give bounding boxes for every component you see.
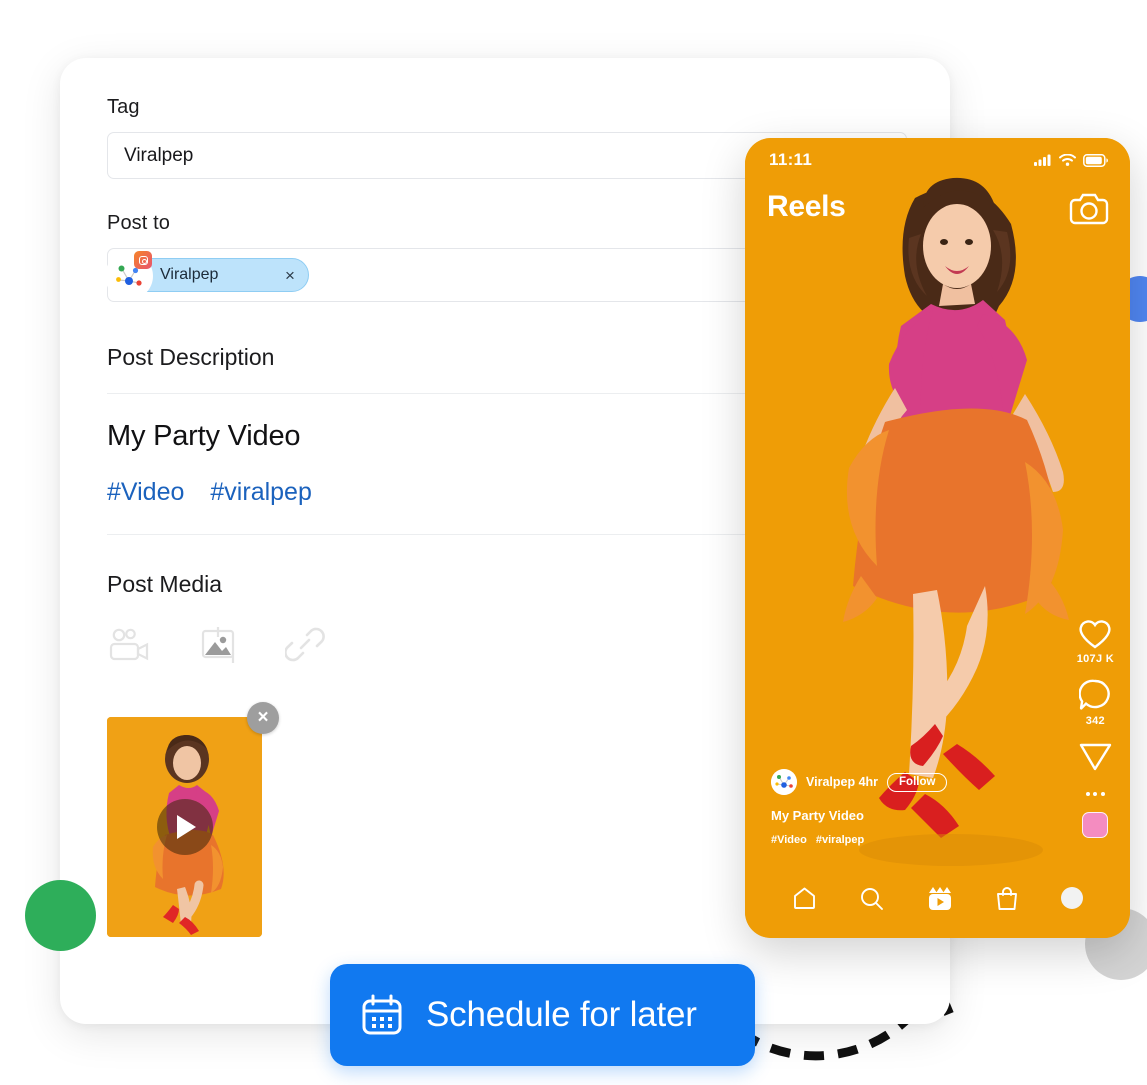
video-camera-icon[interactable] <box>107 627 153 668</box>
account-chip-label: Viralpep <box>160 266 219 283</box>
play-icon[interactable] <box>156 799 213 855</box>
wifi-icon <box>1059 154 1076 166</box>
shopping-bag-icon[interactable] <box>995 886 1019 911</box>
reels-icon[interactable] <box>926 886 953 911</box>
tag-label: Tag <box>107 96 140 118</box>
avatar[interactable] <box>771 769 797 795</box>
home-icon[interactable] <box>792 886 817 910</box>
send-icon <box>1079 743 1112 771</box>
camera-icon[interactable] <box>1068 192 1110 233</box>
comment-icon <box>1078 679 1110 710</box>
media-attachment: × <box>107 702 279 937</box>
battery-icon <box>1083 153 1108 167</box>
hashtag-viralpep[interactable]: #viralpep <box>210 478 311 507</box>
account-chip-remove-icon[interactable]: × <box>280 265 300 285</box>
phone-status-bar: 11:11 <box>745 138 1130 182</box>
reel-hashtag-video[interactable]: #Video <box>771 834 807 846</box>
reel-caption-title: My Party Video <box>771 808 864 823</box>
account-chip-viralpep[interactable]: Viralpep × <box>107 251 309 298</box>
tag-input-value: Viralpep <box>124 144 194 166</box>
profile-avatar[interactable] <box>1061 887 1083 909</box>
more-dots-icon[interactable] <box>1085 792 1105 796</box>
calendar-icon <box>362 994 402 1035</box>
follow-button[interactable]: Follow <box>887 772 948 792</box>
reels-title: Reels <box>767 190 846 223</box>
audio-thumbnail[interactable] <box>1082 812 1109 838</box>
comment-button[interactable]: 342 <box>1078 679 1112 727</box>
screenshot-root: Tag Viralpep Post to Viralpep × Post Des… <box>0 0 1147 1085</box>
search-icon[interactable] <box>859 886 884 911</box>
heart-icon <box>1079 620 1111 649</box>
schedule-for-later-button[interactable]: Schedule for later <box>330 964 755 1066</box>
reel-hashtag-viralpep[interactable]: #viralpep <box>816 834 864 846</box>
account-avatar <box>107 251 152 298</box>
video-thumbnail[interactable] <box>107 717 262 937</box>
reel-meta: Viralpep 4hr Follow My Party Video #Vide… <box>771 769 948 846</box>
like-count: 107J K <box>1076 653 1114 665</box>
reel-action-rail: 107J K 342 <box>1077 619 1114 838</box>
phone-bottom-nav <box>745 876 1130 920</box>
network-logo-icon <box>771 769 797 795</box>
remove-attachment-icon[interactable]: × <box>247 702 279 734</box>
hashtag-video[interactable]: #Video <box>107 478 184 507</box>
instagram-reels-preview: 11:11 Reels 107J K 342 Viralpep 4hr Foll… <box>745 138 1130 938</box>
link-icon[interactable] <box>284 626 325 669</box>
reel-hashtags: #Video #viralpep <box>771 834 947 846</box>
share-button[interactable] <box>1079 741 1112 772</box>
status-time: 11:11 <box>769 150 813 169</box>
decorative-green-circle <box>25 880 96 951</box>
comment-count: 342 <box>1085 715 1105 727</box>
like-button[interactable]: 107J K <box>1077 619 1114 665</box>
instagram-icon <box>134 251 152 269</box>
reel-username[interactable]: Viralpep 4hr <box>806 775 878 789</box>
schedule-button-label: Schedule for later <box>426 995 697 1034</box>
image-icon[interactable] <box>197 626 241 669</box>
cellular-icon <box>1034 154 1051 166</box>
